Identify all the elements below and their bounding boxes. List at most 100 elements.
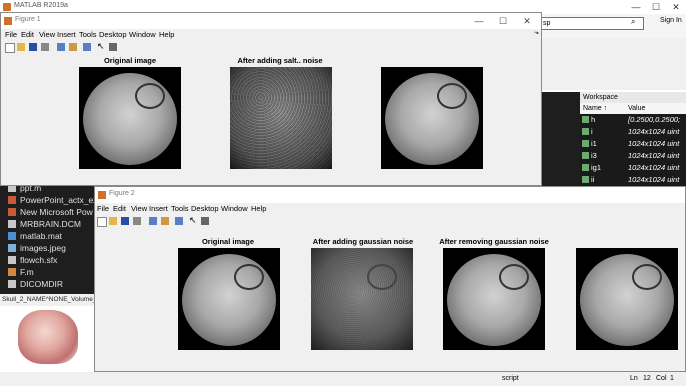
minimize-button[interactable]: — [471,14,487,28]
status-col-label: Col [656,375,667,382]
image-file-icon [8,244,16,252]
insert-legend-icon[interactable] [83,43,91,51]
menu-window[interactable]: Window [129,29,156,41]
command-window-pane [540,92,580,192]
variable-icon [582,140,589,147]
open-icon[interactable] [17,43,25,51]
save-icon[interactable] [121,217,129,225]
axes-title: After adding gaussian noise [312,237,414,246]
m-file-icon [8,268,16,276]
figure-2-window[interactable]: Figure 2 File Edit View Insert Tools Des… [94,186,686,372]
axes-title: Original image [201,237,255,246]
workspace-columns: Name ↑ Value [580,103,686,114]
print-icon[interactable] [41,43,49,51]
status-mode: script [502,375,519,382]
menu-help[interactable]: Help [159,29,174,41]
figure-2-title-bar[interactable]: Figure 2 [95,187,685,203]
gaussian-noise-image[interactable] [311,248,413,350]
variable-icon [582,176,589,183]
matlab-title: MATLAB R2019a [14,2,68,9]
menu-desktop[interactable]: Desktop [191,203,219,215]
minimize-button[interactable]: — [626,0,646,14]
pointer-icon[interactable]: ↖ [97,41,105,51]
workspace-row[interactable]: i 1024x1024 uint [580,126,686,138]
save-icon[interactable] [29,43,37,51]
powerpoint-icon [8,208,16,216]
matlab-panel-area [540,38,686,90]
denoised-image[interactable] [443,248,545,350]
original-image[interactable] [79,67,181,169]
maximize-button[interactable]: ☐ [646,0,666,14]
pointer-icon[interactable]: ↖ [189,215,197,225]
figure-icon [98,191,106,199]
open-icon[interactable] [109,217,117,225]
insert-colorbar-icon[interactable] [161,217,169,225]
menu-desktop[interactable]: Desktop [99,29,127,41]
file-item[interactable]: flowch.sfx [0,254,96,266]
close-button[interactable]: ✕ [666,0,686,14]
variable-icon [582,116,589,123]
workspace-row[interactable]: ig1 1024x1024 uint [580,162,686,174]
variable-icon [582,128,589,135]
dock-icon[interactable] [109,43,117,51]
figure-1-window[interactable]: Figure 1 — ☐ ✕ File Edit View Insert Too… [0,12,542,186]
menu-window[interactable]: Window [221,203,248,215]
menu-tools[interactable]: Tools [79,29,97,41]
status-col-value: 1 [670,375,674,382]
status-ln-label: Ln [630,375,638,382]
dock-arrow-icon[interactable]: ⬎ [534,29,539,36]
file-icon [8,280,16,288]
powerpoint-icon [8,196,16,204]
menu-edit[interactable]: Edit [113,203,126,215]
menu-edit[interactable]: Edit [21,29,34,41]
workspace-col-value[interactable]: Value [628,103,645,114]
new-figure-icon[interactable] [5,43,15,53]
workspace-header: Workspace [580,92,686,103]
figure-1-title-bar[interactable]: Figure 1 — ☐ ✕ [1,13,541,29]
workspace-col-name[interactable]: Name ↑ [583,103,607,114]
close-button[interactable]: ✕ [519,14,535,28]
file-item[interactable]: matlab.mat [0,230,96,242]
file-item[interactable]: MRBRAIN.DCM [0,218,96,230]
print-icon[interactable] [133,217,141,225]
new-figure-icon[interactable] [97,217,107,227]
file-item[interactable]: PowerPoint_actx_ex [0,194,96,206]
figure-2-menu-bar: File Edit View Insert Tools Desktop Wind… [95,203,685,215]
menu-insert[interactable]: Insert [57,29,76,41]
axes-title: Original image [103,56,157,65]
menu-tools[interactable]: Tools [171,203,189,215]
figure-1-menu-bar: File Edit View Insert Tools Desktop Wind… [1,29,541,41]
dock-icon[interactable] [201,217,209,225]
workspace-row[interactable]: h [0.2500,0.2500; [580,114,686,126]
filtered-image[interactable] [576,248,678,350]
file-icon [8,220,16,228]
file-item[interactable]: F.m [0,266,96,278]
original-image[interactable] [178,248,280,350]
filtered-image[interactable] [381,67,483,169]
link-plot-icon[interactable] [149,217,157,225]
workspace-row[interactable]: i3 1024x1024 uint [580,150,686,162]
menu-view[interactable]: View [39,29,55,41]
preview-label: Skull_2_NAME^NONE_Volume_1 [0,294,96,306]
menu-view[interactable]: View [131,203,147,215]
insert-colorbar-icon[interactable] [69,43,77,51]
workspace-row[interactable]: i1 1024x1024 uint [580,138,686,150]
menu-file[interactable]: File [5,29,17,41]
menu-file[interactable]: File [97,203,109,215]
workspace-row[interactable]: ii 1024x1024 uint [580,174,686,186]
salt-pepper-noise-image[interactable] [230,67,332,169]
link-plot-icon[interactable] [57,43,65,51]
search-icon[interactable]: ⌕ [631,17,635,27]
maximize-button[interactable]: ☐ [495,14,511,28]
file-item[interactable]: DICOMDIR [0,278,96,290]
menu-insert[interactable]: Insert [149,203,168,215]
search-input[interactable]: sp [540,17,644,30]
file-item[interactable]: New Microsoft Pow [0,206,96,218]
menu-help[interactable]: Help [251,203,266,215]
status-ln-value: 12 [643,375,651,382]
figure-2-title: Figure 2 [109,190,135,197]
variable-icon [582,164,589,171]
sign-in-button[interactable]: Sign In [660,17,682,24]
insert-legend-icon[interactable] [175,217,183,225]
file-item[interactable]: images.jpeg [0,242,96,254]
